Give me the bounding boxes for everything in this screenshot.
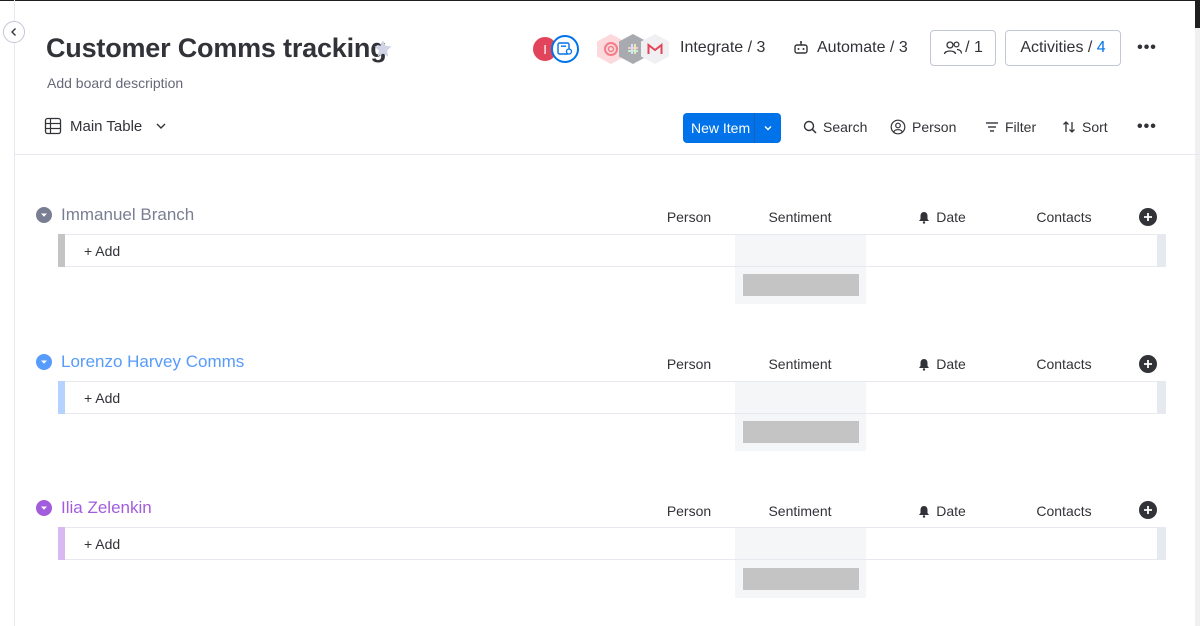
add-column-button[interactable] xyxy=(1139,355,1157,373)
column-header-person[interactable]: Person xyxy=(649,356,729,372)
person-filter-button[interactable]: Person xyxy=(890,119,956,135)
group-ilia-zelenkin: Ilia Zelenkin Person Sentiment Date Cont… xyxy=(0,0,1200,598)
bell-icon xyxy=(919,505,930,518)
filter-label: Filter xyxy=(1005,119,1037,135)
plus-icon xyxy=(1144,506,1152,514)
group-collapse-toggle[interactable] xyxy=(36,354,52,370)
chevron-down-icon xyxy=(764,126,772,131)
plus-icon xyxy=(1144,213,1152,221)
group-color-bar xyxy=(58,381,65,414)
column-header-date-label: Date xyxy=(936,503,966,519)
column-header-date-label: Date xyxy=(936,209,966,225)
sentiment-summary-bar xyxy=(743,568,859,590)
chevron-down-icon xyxy=(41,506,47,510)
add-item-link[interactable]: + Add xyxy=(84,536,120,552)
filter-button[interactable]: Filter xyxy=(985,119,1036,135)
row-end-cap xyxy=(1157,234,1166,267)
column-header-person[interactable]: Person xyxy=(649,209,729,225)
bell-icon xyxy=(919,358,930,371)
chevron-down-icon[interactable] xyxy=(154,119,168,133)
add-column-button[interactable] xyxy=(1139,501,1157,519)
column-header-date[interactable]: Date xyxy=(902,503,982,519)
sort-icon xyxy=(1063,121,1075,133)
column-header-person[interactable]: Person xyxy=(649,503,729,519)
table-icon xyxy=(44,117,62,135)
sort-label: Sort xyxy=(1082,119,1108,135)
person-icon xyxy=(890,119,906,135)
new-item-button[interactable]: New Item xyxy=(683,113,781,143)
bell-icon xyxy=(919,211,930,224)
view-tab-main-table[interactable]: Main Table xyxy=(44,117,168,135)
add-column-button[interactable] xyxy=(1139,208,1157,226)
add-item-link[interactable]: + Add xyxy=(84,390,120,406)
sentiment-summary-bar xyxy=(743,274,859,296)
group-collapse-toggle[interactable] xyxy=(36,500,52,516)
column-header-contacts[interactable]: Contacts xyxy=(1024,209,1104,225)
filter-icon xyxy=(986,122,998,132)
chevron-down-icon xyxy=(41,360,47,364)
search-label: Search xyxy=(823,119,868,135)
row-end-cap xyxy=(1157,527,1166,560)
chevron-down-icon xyxy=(41,213,47,217)
group-title[interactable]: Immanuel Branch xyxy=(61,205,194,225)
group-title[interactable]: Ilia Zelenkin xyxy=(61,498,152,518)
plus-icon xyxy=(1144,360,1152,368)
column-header-date[interactable]: Date xyxy=(902,209,982,225)
column-header-sentiment[interactable]: Sentiment xyxy=(750,209,850,225)
group-color-bar xyxy=(58,527,65,560)
person-label: Person xyxy=(912,119,957,135)
group-title[interactable]: Lorenzo Harvey Comms xyxy=(61,352,244,372)
sentiment-summary-bar xyxy=(743,421,859,443)
row-end-cap xyxy=(1157,381,1166,414)
group-collapse-toggle[interactable] xyxy=(36,207,52,223)
group-color-bar xyxy=(58,234,65,267)
add-item-row[interactable]: + Add xyxy=(58,527,1166,560)
search-button[interactable]: Search xyxy=(803,119,867,135)
column-header-sentiment[interactable]: Sentiment xyxy=(750,356,850,372)
new-item-label: New Item xyxy=(691,120,751,136)
view-tab-label: Main Table xyxy=(70,117,143,135)
search-icon xyxy=(803,120,817,134)
column-header-contacts[interactable]: Contacts xyxy=(1024,503,1104,519)
add-item-row[interactable]: + Add xyxy=(58,381,1166,414)
toolbar-more-button[interactable]: ••• xyxy=(1137,118,1157,136)
toolbar-divider xyxy=(15,154,1200,155)
column-header-sentiment[interactable]: Sentiment xyxy=(750,503,850,519)
column-header-contacts[interactable]: Contacts xyxy=(1024,356,1104,372)
new-item-dropdown[interactable] xyxy=(755,123,781,133)
add-item-row[interactable]: + Add xyxy=(58,234,1166,267)
add-item-link[interactable]: + Add xyxy=(84,243,120,259)
column-header-date[interactable]: Date xyxy=(902,356,982,372)
column-header-date-label: Date xyxy=(936,356,966,372)
sort-button[interactable]: Sort xyxy=(1062,119,1108,135)
